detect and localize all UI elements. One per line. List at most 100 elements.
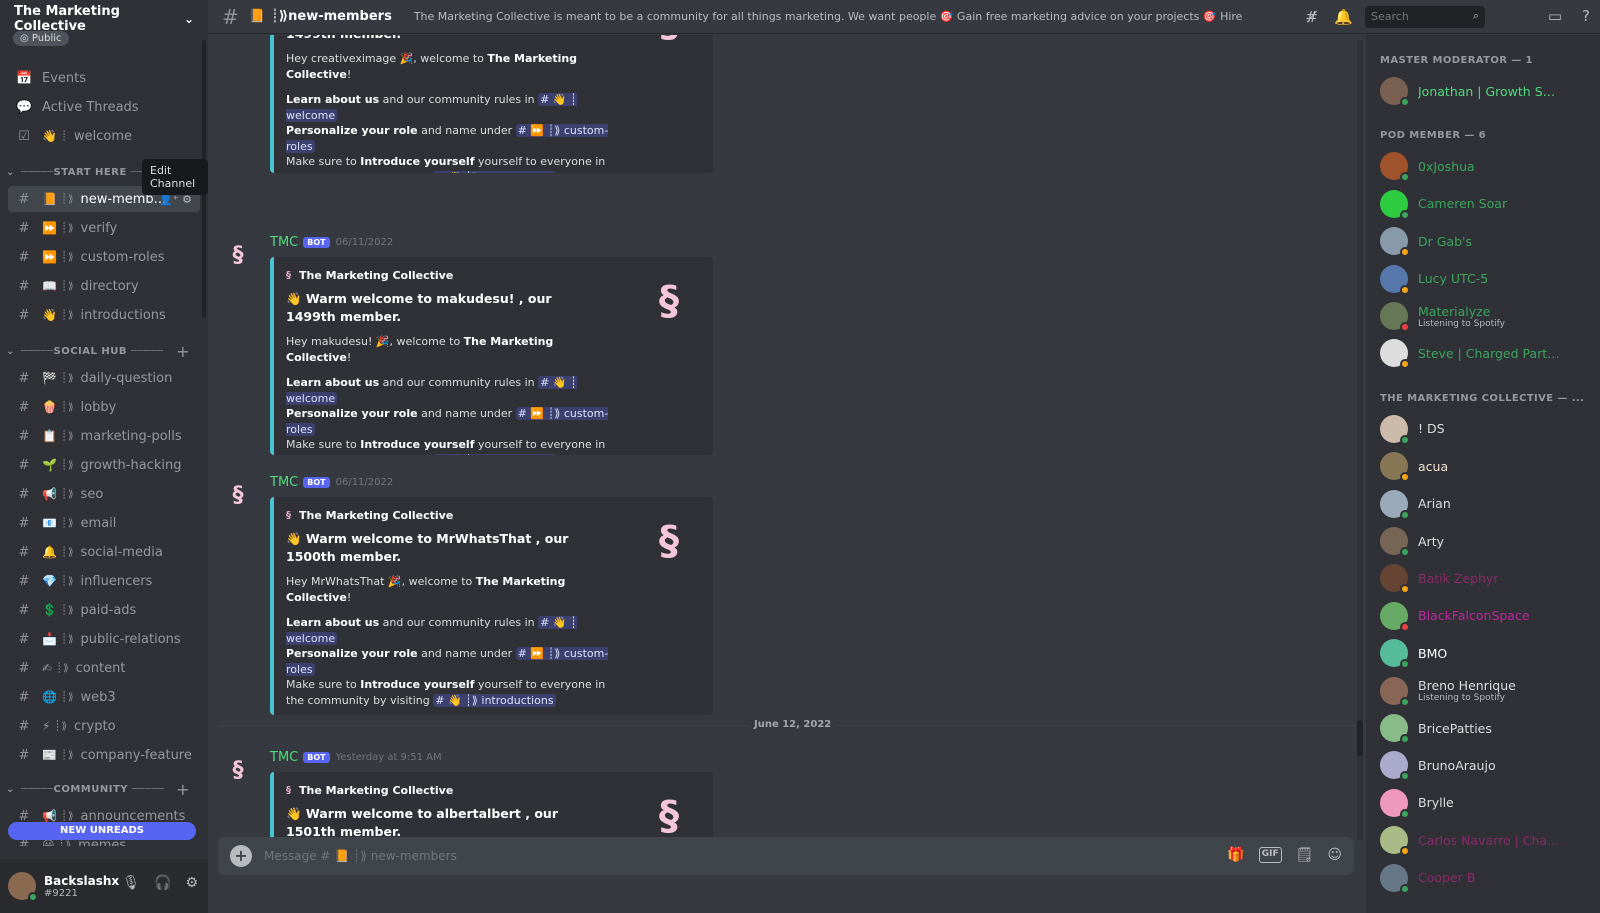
channel-item-marketing-polls[interactable]: # 📋 ┊⟫ marketing-polls — [8, 423, 200, 449]
divider-line: ───── — [20, 346, 54, 357]
message-composer[interactable]: + Message # 📙 ┊⟫ new-members 🎁 GIF 🗒 ☺ — [218, 837, 1354, 875]
sticker-icon[interactable]: 🗒 — [1296, 847, 1314, 863]
message-input[interactable]: Message # 📙 ┊⟫ new-members — [264, 849, 457, 863]
bot-avatar-icon[interactable]: § — [222, 483, 254, 515]
separator: ┊ — [60, 130, 68, 142]
channel-item-introductions[interactable]: # 👋 ┊⟫ introductions — [8, 302, 200, 328]
channel-item-email[interactable]: # 📧 ┊⟫ email — [8, 510, 200, 536]
channel-item-web3[interactable]: # 🌐 ┊⟫ web3 — [8, 684, 200, 710]
bot-avatar-icon[interactable]: § — [222, 243, 254, 275]
member-item[interactable]: BricePatties — [1380, 710, 1590, 746]
status-indicator — [1400, 846, 1410, 857]
emoji-icon[interactable]: ☺ — [1327, 847, 1342, 863]
new-unreads-badge[interactable]: NEW UNREADS — [8, 822, 196, 840]
member-name: Arty — [1418, 533, 1444, 549]
message-header: TMC BOT 06/11/2022 — [270, 475, 393, 490]
member-item[interactable]: Arian — [1380, 486, 1590, 522]
gif-icon[interactable]: GIF — [1258, 847, 1282, 863]
bot-avatar-icon[interactable]: § — [222, 758, 254, 790]
member-name: Arian — [1418, 496, 1451, 512]
avatar — [1380, 751, 1410, 782]
member-item[interactable]: Lucy UTC-5 — [1380, 261, 1590, 297]
member-item[interactable]: Batik Zephyr — [1380, 560, 1590, 596]
gift-icon[interactable]: 🎁 — [1227, 847, 1244, 863]
help-icon[interactable]: ? — [1582, 7, 1590, 25]
member-item[interactable]: Materialyze Listening to Spotify — [1380, 298, 1590, 334]
chevron-down-icon[interactable]: ⌄ — [184, 12, 194, 26]
member-item[interactable]: Cooper B — [1380, 860, 1590, 896]
channel-item-seo[interactable]: # 📢 ┊⟫ seo — [8, 481, 200, 507]
embed-author: § The Marketing Collective — [286, 784, 701, 797]
embed-description: Hey MrWhatsThat 🎉, welcome to The Market… — [286, 574, 616, 708]
username: Backslashx — [44, 873, 120, 888]
timestamp: Yesterday at 9:51 AM — [335, 752, 442, 763]
member-item[interactable]: acua — [1380, 448, 1590, 484]
channel-emoji-icon: 👋 — [42, 308, 57, 322]
channel-mention[interactable]: # 👋 ┊⟫ introductions — [433, 170, 556, 173]
embed-author-name: The Marketing Collective — [299, 269, 454, 282]
separator: ┊⟫ — [60, 810, 75, 822]
channel-item-influencers[interactable]: # 💎 ┊⟫ influencers — [8, 568, 200, 594]
channel-mention[interactable]: # 👋 ┊⟫ introductions — [433, 693, 556, 707]
threads-icon[interactable]: #̸ — [1305, 8, 1318, 26]
channel-name: growth-hacking — [80, 457, 182, 473]
search-input[interactable]: Search ⌕ — [1365, 6, 1485, 28]
member-item[interactable]: BrunoAraujo — [1380, 747, 1590, 783]
channel-item-crypto[interactable]: # ⚡ ┊⟫ crypto — [8, 713, 200, 739]
settings-gear-icon[interactable]: ⚙ — [185, 875, 198, 891]
microphone-icon[interactable]: 🎙 — [122, 875, 140, 891]
channel-item-lobby[interactable]: # 🍿 ┊⟫ lobby — [8, 394, 200, 420]
separator: ┊⟫ — [60, 546, 75, 558]
channel-item-social-media[interactable]: # 🔔 ┊⟫ social-media — [8, 539, 200, 565]
category-social-hub[interactable]: ⌄ ───── SOCIAL HUB ───── + — [6, 342, 196, 361]
member-name: Batik Zephyr — [1418, 570, 1499, 586]
member-item[interactable]: Cameren Soar — [1380, 186, 1590, 222]
messages-scrollbar[interactable] — [1357, 40, 1363, 840]
channel-item-growth-hacking[interactable]: # 🌱 ┊⟫ growth-hacking — [8, 452, 200, 478]
bell-icon[interactable]: 🔔 — [1334, 8, 1353, 26]
add-attachment-icon[interactable]: + — [230, 845, 252, 867]
chevron-down-icon: ⌄ — [6, 346, 15, 357]
channel-emoji-icon: 📢 — [42, 487, 57, 501]
sidebar-item-active-threads[interactable]: 💬 Active Threads — [8, 94, 200, 120]
sidebar-item-welcome[interactable]: ☑ 👋 ┊ welcome — [8, 123, 200, 149]
author-name[interactable]: TMC — [270, 475, 298, 490]
sidebar-item-events[interactable]: 📅 Events — [8, 66, 200, 91]
add-channel-icon[interactable]: + — [176, 780, 190, 799]
channel-item-paid-ads[interactable]: # 💲 ┊⟫ paid-ads — [8, 597, 200, 623]
member-name: Breno Henrique — [1418, 678, 1516, 694]
channel-item-verify[interactable]: # ⏩ ┊⟫ verify — [8, 215, 200, 241]
channel-emoji-icon: 🌱 — [42, 458, 57, 472]
member-item[interactable]: Dr Gab's — [1380, 223, 1590, 259]
avatar[interactable] — [8, 872, 38, 902]
member-item[interactable]: ! DS — [1380, 411, 1590, 447]
author-name[interactable]: TMC — [270, 235, 298, 250]
member-item[interactable]: 0xJoshua — [1380, 148, 1590, 184]
separator: ┊⟫ — [60, 517, 75, 529]
add-channel-icon[interactable]: + — [176, 342, 190, 361]
headphones-icon[interactable]: 🎧 — [154, 875, 171, 891]
channel-item-public-relations[interactable]: # 📩 ┊⟫ public-relations — [8, 626, 200, 652]
member-item[interactable]: Brylle — [1380, 785, 1590, 821]
channel-item-custom-roles[interactable]: # ⏩ ┊⟫ custom-roles — [8, 244, 200, 270]
member-item[interactable]: BlackFalconSpace — [1380, 598, 1590, 634]
author-name[interactable]: TMC — [270, 750, 298, 765]
member-item[interactable]: Jonathan | Growth Str... — [1380, 73, 1590, 109]
channel-item-company-feature[interactable]: # 📰 ┊⟫ company-feature — [8, 742, 200, 768]
member-item[interactable]: Steve | Charged Particl... — [1380, 335, 1590, 371]
status-indicator — [1400, 659, 1410, 670]
timestamp: 06/11/2022 — [335, 237, 394, 248]
inbox-icon[interactable]: ▭ — [1548, 7, 1562, 25]
channel-item-daily-question[interactable]: # 🏁 ┊⟫ daily-question — [8, 365, 200, 391]
category-community[interactable]: ⌄ ───── COMMUNITY ───── + — [6, 780, 196, 799]
channel-mention[interactable]: # 👋 ┊⟫ introductions — [433, 453, 556, 455]
sidebar-item-label: Active Threads — [42, 99, 139, 115]
channel-item-directory[interactable]: # 📖 ┊⟫ directory — [8, 273, 200, 299]
member-item[interactable]: BMO — [1380, 635, 1590, 671]
member-item[interactable]: Breno Henrique Listening to Spotify — [1380, 673, 1590, 709]
member-item[interactable]: Arty — [1380, 523, 1590, 559]
channel-topic[interactable]: The Marketing Collective is meant to be … — [414, 10, 1242, 23]
member-item[interactable]: Carlos Navarro | Chat... — [1380, 822, 1590, 858]
embed-line: Personalize your role and name under # ⏩… — [286, 647, 609, 676]
channel-item-content[interactable]: # ✍ ┊⟫ content — [8, 655, 200, 681]
